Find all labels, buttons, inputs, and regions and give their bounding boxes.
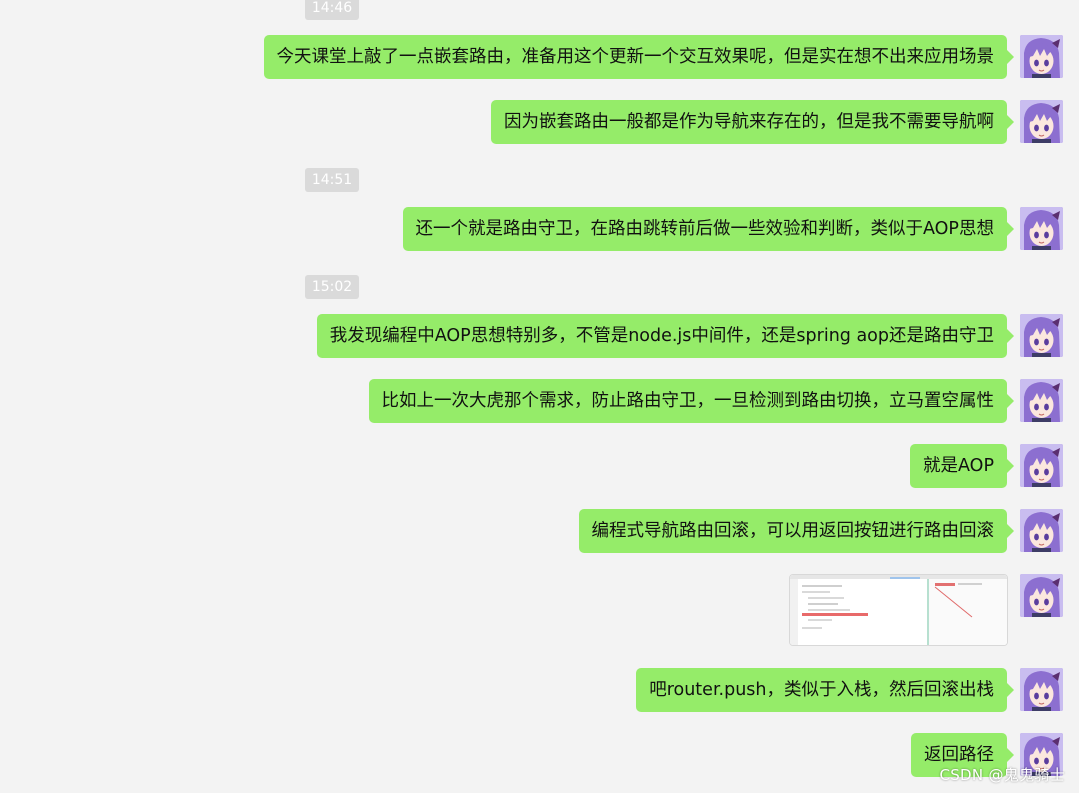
anime-girl-avatar-icon — [1020, 379, 1063, 422]
avatar[interactable] — [1020, 207, 1063, 250]
chat-area: 14:46 今天课堂上敲了一点嵌套路由，准备用这个更新一个交互效果呢，但是实在想… — [0, 0, 1079, 793]
avatar[interactable] — [1020, 314, 1063, 357]
avatar[interactable] — [1020, 574, 1063, 617]
avatar[interactable] — [1020, 379, 1063, 422]
message-bubble[interactable]: 我发现编程中AOP思想特别多，不管是node.js中间件，还是spring ao… — [316, 314, 1015, 358]
avatar[interactable] — [1020, 444, 1063, 487]
timestamp: 14:51 — [305, 168, 359, 192]
anime-girl-avatar-icon — [1020, 100, 1063, 143]
timestamp: 15:02 — [305, 275, 359, 299]
anime-girl-avatar-icon — [1020, 574, 1063, 617]
anime-girl-avatar-icon — [1020, 207, 1063, 250]
message-bubble[interactable]: 今天课堂上敲了一点嵌套路由，准备用这个更新一个交互效果呢，但是实在想不出来应用场… — [263, 35, 1014, 79]
screenshot-thumbnail — [790, 575, 1007, 645]
message-bubble[interactable]: 还一个就是路由守卫，在路由跳转前后做一些效验和判断，类似于AOP思想 — [402, 207, 1014, 251]
anime-girl-avatar-icon — [1020, 668, 1063, 711]
message-bubble[interactable]: 吧router.push，类似于入栈，然后回滚出栈 — [636, 668, 1014, 712]
message-bubble[interactable]: 就是AOP — [910, 444, 1014, 488]
watermark: CSDN @鬼鬼骑士 — [939, 766, 1065, 784]
avatar[interactable] — [1020, 509, 1063, 552]
image-message[interactable] — [789, 574, 1008, 646]
timestamp: 14:46 — [305, 0, 359, 20]
anime-girl-avatar-icon — [1020, 509, 1063, 552]
avatar[interactable] — [1020, 100, 1063, 143]
message-bubble[interactable]: 编程式导航路由回滚，可以用返回按钮进行路由回滚 — [578, 509, 1014, 553]
anime-girl-avatar-icon — [1020, 444, 1063, 487]
message-bubble[interactable]: 因为嵌套路由一般都是作为导航来存在的，但是我不需要导航啊 — [491, 100, 1014, 144]
message-bubble[interactable]: 比如上一次大虎那个需求，防止路由守卫，一旦检测到路由切换，立马置空属性 — [368, 379, 1014, 423]
anime-girl-avatar-icon — [1020, 314, 1063, 357]
avatar[interactable] — [1020, 35, 1063, 78]
anime-girl-avatar-icon — [1020, 35, 1063, 78]
avatar[interactable] — [1020, 668, 1063, 711]
